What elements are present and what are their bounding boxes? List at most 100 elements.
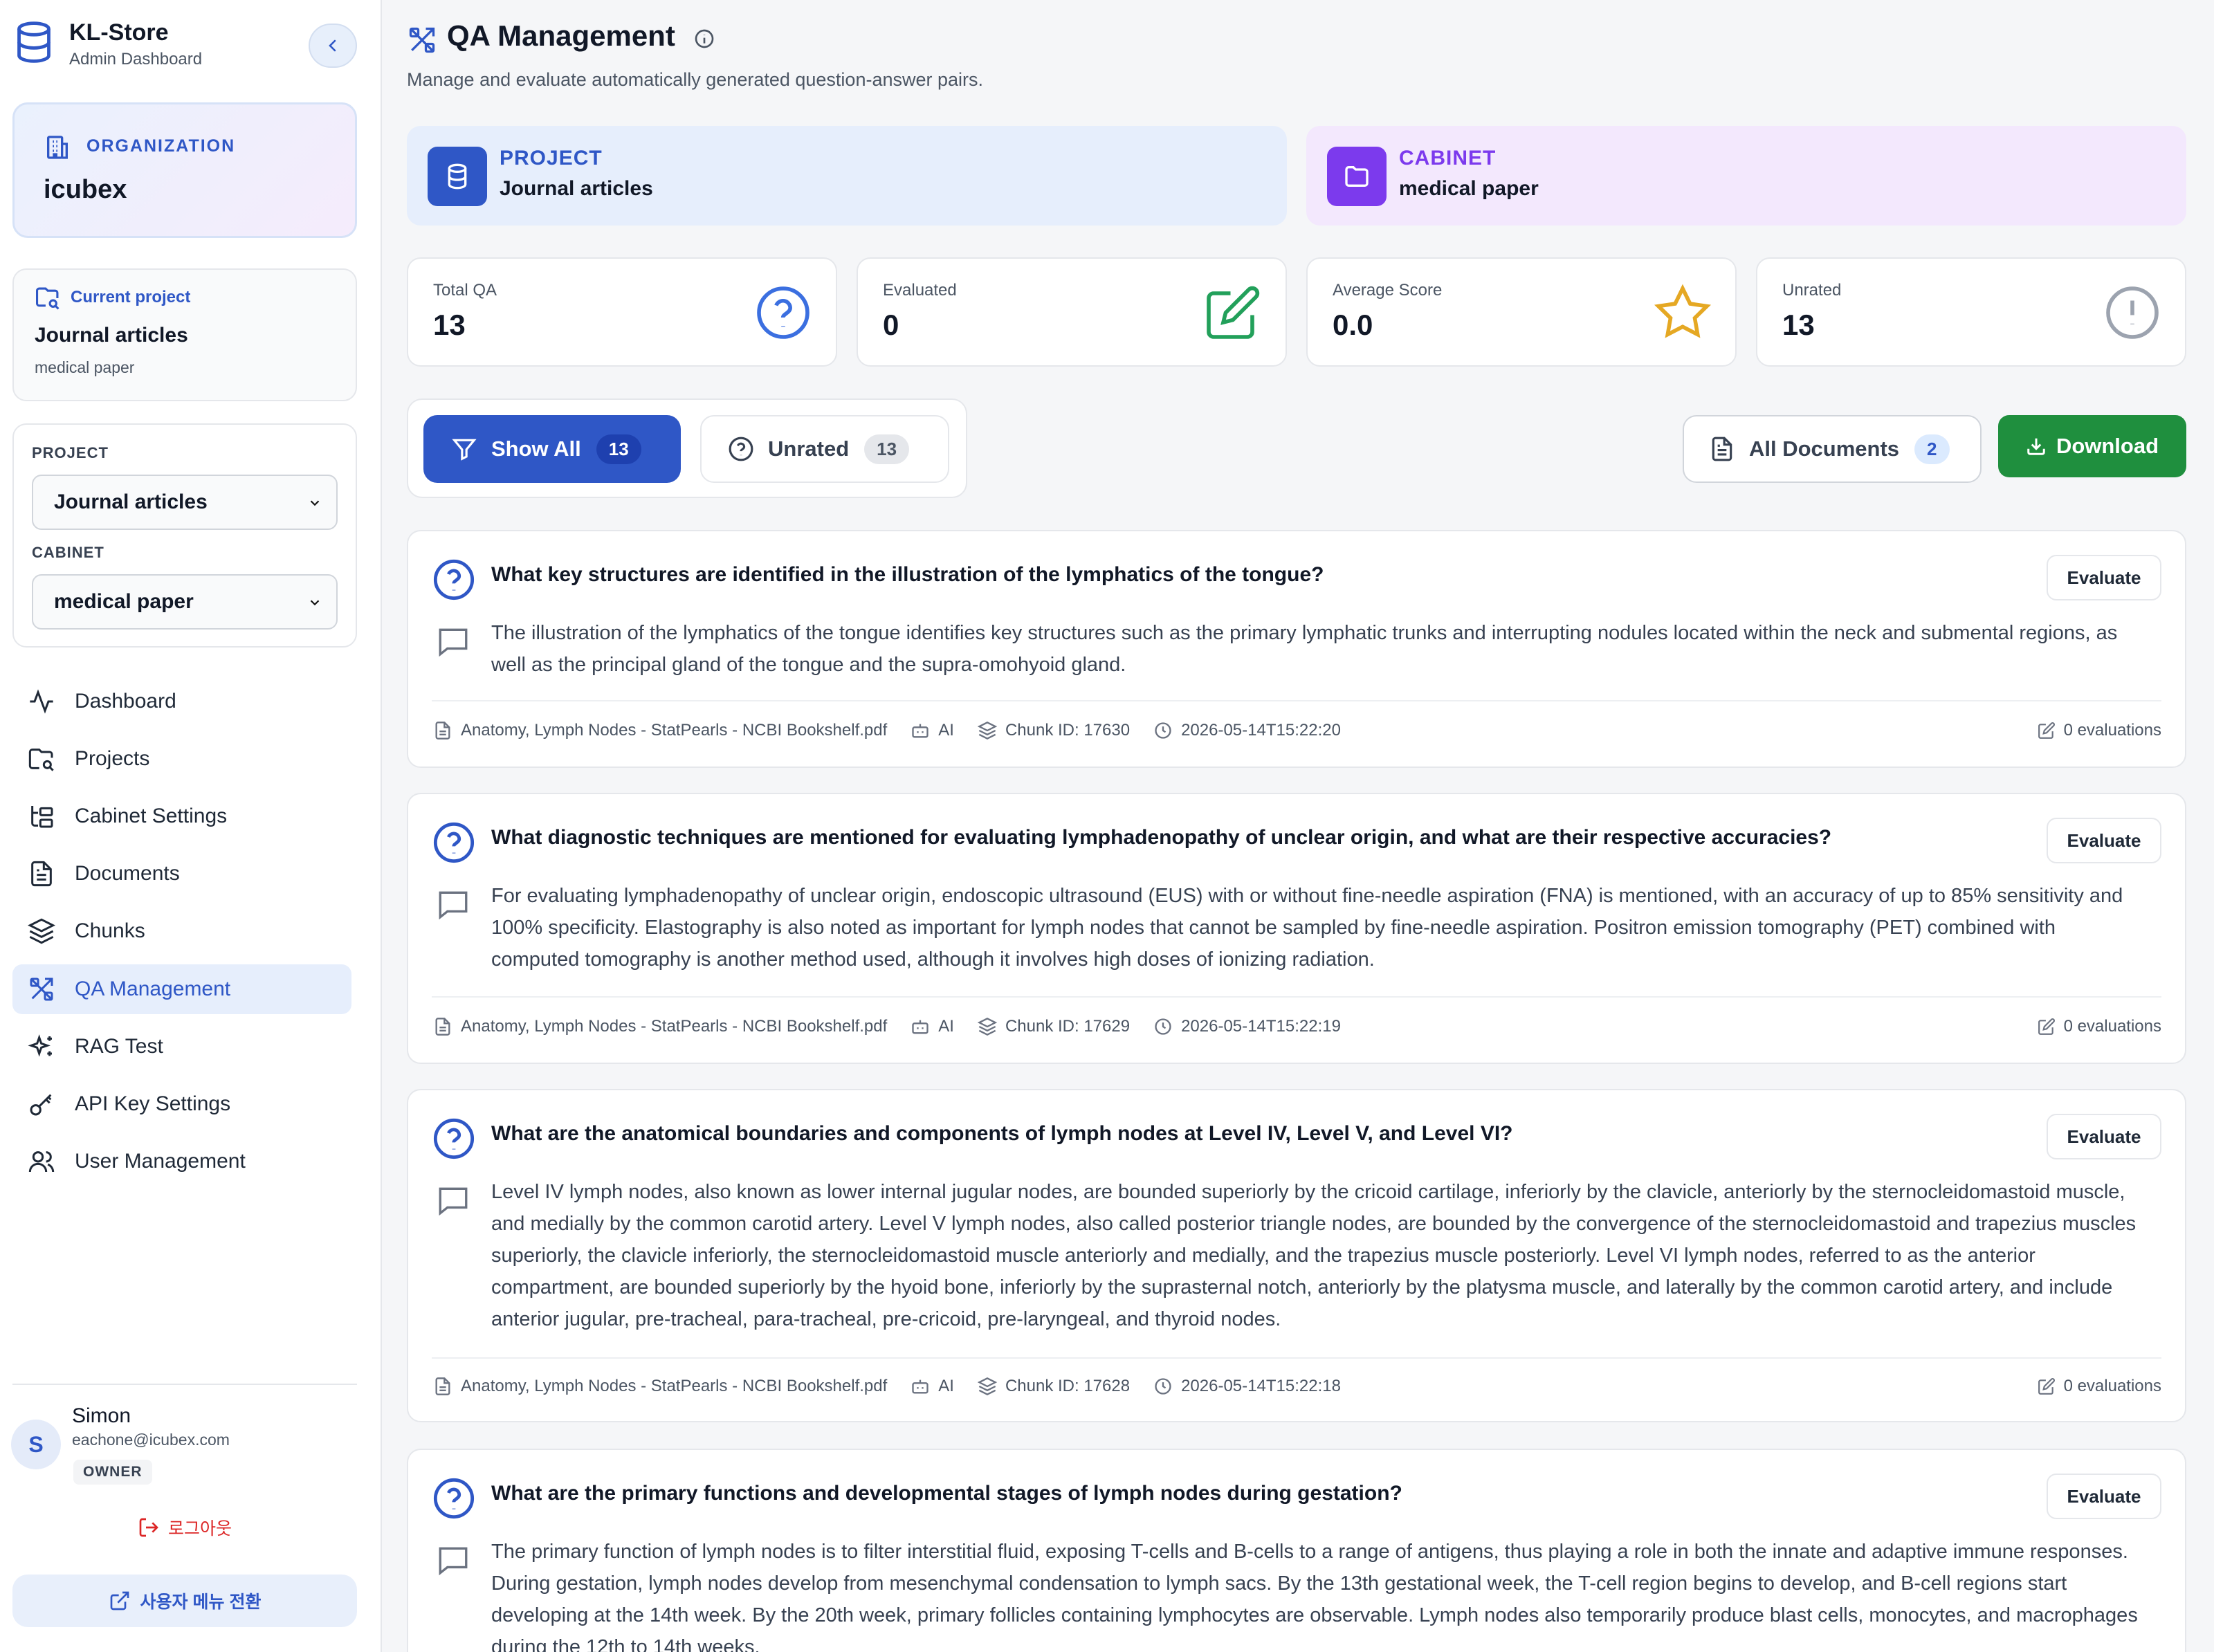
qa-evaluations: 0 evaluations [2063,1017,2161,1036]
stat-label: Evaluated [883,281,957,300]
question-circle-icon [432,1117,476,1161]
chevron-down-icon [307,495,322,511]
sidebar-item-label: RAG Test [75,1035,163,1058]
stat-label: Total QA [433,281,497,300]
download-icon [2026,436,2047,457]
qa-meta: Anatomy, Lymph Nodes - StatPearls - NCBI… [433,721,2161,740]
sidebar-item-api-key-settings[interactable]: API Key Settings [12,1079,351,1129]
file-icon [433,1017,452,1036]
stat-card-average-score: Average Score 0.0 [1306,257,1737,367]
question-circle-icon [432,558,476,602]
qa-card: What are the anatomical boundaries and c… [407,1089,2186,1422]
question-circle-icon [728,436,754,462]
qa-meta: Anatomy, Lymph Nodes - StatPearls - NCBI… [433,1017,2161,1036]
qa-chunk-id: Chunk ID: 17629 [1005,1017,1131,1036]
qa-document[interactable]: Anatomy, Lymph Nodes - StatPearls - NCBI… [461,721,887,740]
download-label: Download [2056,434,2159,458]
cabinet-context-value: medical paper [1399,177,1539,200]
sidebar-item-qa-management[interactable]: QA Management [12,964,351,1014]
edit-icon [1204,284,1262,342]
cabinet-select-value: medical paper [54,590,194,613]
project-context-value: Journal articles [500,177,653,200]
main-content: QA Management Manage and evaluate automa… [383,0,2214,1652]
selector-card: PROJECT Journal articles CABINET medical… [12,423,357,648]
stat-value: 13 [1782,309,1815,341]
evaluate-button[interactable]: Evaluate [2047,555,2161,600]
qa-document[interactable]: Anatomy, Lymph Nodes - StatPearls - NCBI… [461,1377,887,1396]
star-icon [1654,284,1712,342]
alert-circle-icon [2103,284,2161,342]
qa-card: What are the primary functions and devel… [407,1449,2186,1652]
show-all-count: 13 [596,434,641,464]
sidebar-item-label: QA Management [75,978,231,1000]
clock-icon [1153,1377,1173,1396]
clock-icon [1153,721,1173,740]
download-button[interactable]: Download [1998,415,2186,477]
evaluate-button[interactable]: Evaluate [2047,818,2161,863]
sidebar-item-cabinet-settings[interactable]: Cabinet Settings [12,791,351,841]
sparkles-icon [26,1031,57,1062]
switch-user-menu-label: 사용자 메뉴 전환 [140,1593,262,1612]
external-link-icon [109,1590,131,1612]
stat-label: Unrated [1782,281,1842,300]
show-all-label: Show All [491,437,581,461]
clock-icon [1153,1017,1173,1036]
meta-divider [432,700,2161,701]
all-documents-button[interactable]: All Documents 2 [1683,415,1982,483]
edit-icon [2038,1377,2056,1395]
sidebar-item-chunks[interactable]: Chunks [12,906,351,956]
file-icon [433,721,452,740]
qa-evaluations: 0 evaluations [2063,721,2161,740]
switch-user-menu-button[interactable]: 사용자 메뉴 전환 [12,1575,357,1627]
evaluate-button[interactable]: Evaluate [2047,1114,2161,1159]
layers-icon [977,721,997,740]
logout-button[interactable]: 로그아웃 [0,1515,369,1540]
page-title: QA Management [447,19,675,52]
qa-meta: Anatomy, Lymph Nodes - StatPearls - NCBI… [433,1377,2161,1396]
info-icon[interactable] [693,28,715,50]
layers-icon [977,1377,997,1396]
qa-answer: Level IV lymph nodes, also known as lowe… [491,1181,2137,1330]
collapse-sidebar-button[interactable] [309,24,357,68]
app-title: KL-Store [69,19,169,46]
qa-document[interactable]: Anatomy, Lymph Nodes - StatPearls - NCBI… [461,1017,887,1036]
qa-evaluations: 0 evaluations [2063,1377,2161,1395]
qa-timestamp: 2026-05-14T15:22:20 [1181,721,1341,740]
all-documents-label: All Documents [1749,437,1900,461]
qa-card: What key structures are identified in th… [407,530,2186,768]
message-icon [436,1543,470,1577]
key-icon [26,1089,57,1119]
message-icon [436,624,470,659]
all-documents-count: 2 [1914,434,1950,464]
sidebar-item-projects[interactable]: Projects [12,734,351,784]
cabinet-select[interactable]: medical paper [32,574,338,630]
filter-icon [451,436,477,462]
meta-divider [432,996,2161,998]
sidebar-item-label: Projects [75,747,150,770]
qa-question: What are the anatomical boundaries and c… [491,1122,1513,1145]
show-all-button[interactable]: Show All 13 [423,415,681,483]
sidebar-item-user-management[interactable]: User Management [12,1137,351,1186]
edit-icon [2038,722,2056,740]
avatar[interactable]: S [11,1420,61,1469]
cabinet-select-label: CABINET [32,544,104,561]
qa-timestamp: 2026-05-14T15:22:19 [1181,1017,1341,1036]
unrated-filter-button[interactable]: Unrated 13 [700,415,949,483]
evaluate-button[interactable]: Evaluate [2047,1474,2161,1519]
sidebar-item-rag-test[interactable]: RAG Test [12,1022,351,1072]
stat-value: 0 [883,309,899,341]
qa-card: What diagnostic techniques are mentioned… [407,793,2186,1064]
sidebar-item-dashboard[interactable]: Dashboard [12,677,351,726]
project-context-label: PROJECT [500,147,603,169]
current-project-label: Current project [71,288,191,306]
qa-answer: The illustration of the lymphatics of th… [491,622,2118,676]
bot-icon [911,721,930,740]
sidebar-item-documents[interactable]: Documents [12,849,351,899]
qa-question: What are the primary functions and devel… [491,1482,1402,1505]
project-select[interactable]: Journal articles [32,475,338,530]
qa-question: What diagnostic techniques are mentioned… [491,826,1832,849]
folder-search-icon [35,286,61,310]
qa-source: AI [938,1017,954,1036]
question-circle-icon [432,1476,476,1521]
organization-card: ORGANIZATION icubex [12,102,357,238]
